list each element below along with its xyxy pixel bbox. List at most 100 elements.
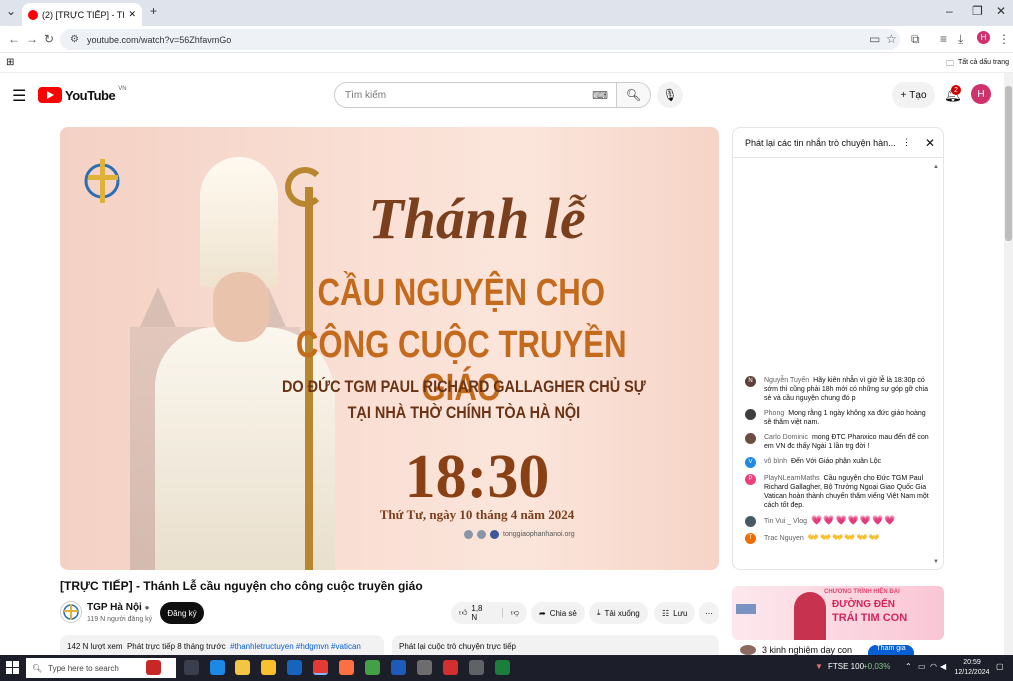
chat-text: Mong rằng 1 ngày không xa đức giáo hoàng… <box>764 410 926 426</box>
chat-avatar <box>745 409 756 420</box>
plus-icon: + <box>900 89 907 101</box>
browser-menu-icon[interactable]: ⋮ <box>998 32 1010 46</box>
share-button[interactable]: ➦ Chia sẻ <box>531 602 585 624</box>
all-bookmarks-folder-icon[interactable]: 🗀 <box>946 58 954 72</box>
site-info-icon[interactable]: ⚙ <box>70 34 79 45</box>
chat-replay-box[interactable]: Phát lại cuộc trò chuyện trực tiếp <box>392 635 719 655</box>
thumbnail-sub-2: TẠI NHÀ THỜ CHÍNH TÒA HÀ NỘI <box>347 403 581 422</box>
chat-author: võ bình <box>764 458 787 465</box>
chat-scroll-down-icon[interactable]: ▼ <box>933 559 939 565</box>
chat-author: Carlo Dominic <box>764 434 808 441</box>
ticker-icon: ▼ <box>815 662 823 671</box>
subscribe-button[interactable]: Đăng ký <box>160 602 204 624</box>
sticky-notes-icon[interactable] <box>261 660 276 675</box>
facebook-icon <box>490 530 499 539</box>
url-field[interactable]: ⚙ youtube.com/watch?v=56ZhfavmGo <box>60 29 900 50</box>
restore-icon[interactable]: ❐ <box>972 4 983 18</box>
description-box[interactable]: 142 N lượt xem Phát trực tiếp 8 tháng tr… <box>60 635 384 655</box>
edge-icon[interactable] <box>210 660 225 675</box>
all-bookmarks-label[interactable]: Tất cả dấu trang <box>958 59 1009 66</box>
excel-icon[interactable] <box>495 660 510 675</box>
network-icon[interactable]: ▭ <box>918 662 926 671</box>
taskbar-search-text: Type here to search <box>48 663 119 673</box>
extensions-icon[interactable]: ⧉ <box>911 32 920 47</box>
volume-icon[interactable]: ◀ <box>940 662 946 671</box>
globe-icon <box>464 530 473 539</box>
save-button[interactable]: ☷ Lưu <box>654 602 696 624</box>
outlook-icon[interactable] <box>287 660 302 675</box>
hashtags[interactable]: #thanhletructuyen #hdgmvn #vatican <box>230 642 361 651</box>
thumbnail-site-url: tonggiaophanhanoi.org <box>503 531 575 538</box>
forward-icon[interactable]: → <box>26 32 38 46</box>
search-box[interactable]: Tìm kiếm ⌨ 🔍︎ <box>334 82 651 108</box>
related-item[interactable]: 3 kinh nghiệm dạy con <box>740 645 852 655</box>
firefox-icon[interactable] <box>339 660 354 675</box>
app-icon-gray[interactable] <box>417 660 432 675</box>
chat-scroll-up-icon[interactable]: ▲ <box>933 164 939 170</box>
voice-search-button[interactable]: 🎙︎ <box>657 82 683 108</box>
chrome-profile-icon[interactable] <box>443 660 458 675</box>
channel-name[interactable]: TGP Hà Nội ● <box>87 602 149 613</box>
ticker-name[interactable]: FTSE 100 <box>828 662 864 671</box>
minimize-icon[interactable]: – <box>946 4 953 18</box>
task-view-icon[interactable] <box>184 660 199 675</box>
app-icon-dark[interactable] <box>469 660 484 675</box>
tray-expand-icon[interactable]: ⌃ <box>905 662 912 671</box>
chat-text: Đến Với Giáo phận xuân Lộc <box>790 458 882 465</box>
live-chat-replay: Phát lại các tin nhắn trò chuyện hàn... … <box>732 127 944 570</box>
apps-grid-icon[interactable]: ⊞ <box>6 57 14 68</box>
download-icon[interactable]: ⤓ <box>958 32 963 47</box>
page-scrollbar-thumb[interactable] <box>1005 86 1012 241</box>
reload-icon[interactable]: ↻ <box>44 32 54 46</box>
download-button[interactable]: ⤓ Tải xuống <box>589 602 648 624</box>
youtube-wordmark: YouTube <box>65 87 116 103</box>
bookmark-star-icon[interactable]: ☆ <box>886 32 897 46</box>
ad-person-image <box>794 592 826 640</box>
clock-date: 12/12/2024 <box>954 669 990 676</box>
channel-name-text: TGP Hà Nội <box>87 602 142 613</box>
like-dislike-group: 👍︎ 1,8 N 👎︎ <box>451 602 527 624</box>
account-avatar[interactable]: H <box>971 84 991 104</box>
app-icon-green[interactable] <box>365 660 380 675</box>
chat-avatar <box>745 516 756 527</box>
notification-center-icon[interactable]: ▢ <box>996 662 1004 671</box>
keyboard-icon[interactable]: ⌨ <box>592 89 608 102</box>
youtube-logo[interactable]: YouTube VN <box>38 86 127 103</box>
channel-avatar[interactable] <box>60 601 82 623</box>
chat-header: Phát lại các tin nhắn trò chuyện hàn... … <box>733 128 943 158</box>
taskbar-clock[interactable]: 20:59 12/12/2024 <box>952 658 992 678</box>
cast-icon[interactable]: ▭ <box>869 32 880 46</box>
tab-list-icon[interactable]: ⌄ <box>6 4 16 18</box>
profile-avatar[interactable]: H <box>977 31 990 44</box>
file-explorer-icon[interactable] <box>235 660 250 675</box>
dislike-icon[interactable]: 👎︎ <box>501 608 519 618</box>
chat-mode-dropdown[interactable]: Phát lại các tin nhắn trò chuyện hàn... <box>745 138 902 148</box>
chrome-icon[interactable] <box>313 660 328 675</box>
chat-message-list: N Nguyễn Tuyến Hãy kiên nhẫn vì giờ lễ là… <box>733 373 943 547</box>
new-tab-icon[interactable]: + <box>150 4 157 18</box>
chat-avatar: V <box>745 457 756 468</box>
menu-icon[interactable]: ☰ <box>12 86 26 106</box>
ad-banner[interactable]: CHƯƠNG TRÌNH HIỆN ĐẠI ĐƯỜNG ĐẾN TRÁI TIM… <box>732 586 944 640</box>
reading-list-icon[interactable]: ≡ <box>940 32 947 46</box>
video-player[interactable]: Thánh lễ CẦU NGUYỆN CHO CÔNG CUỘC TRUYỀN… <box>60 127 719 570</box>
browser-tab[interactable]: (2) [TRỰC TIẾP] - Thánh Lễ c ✕ <box>22 3 142 26</box>
like-icon[interactable]: 👍︎ <box>459 608 467 618</box>
close-window-icon[interactable]: ✕ <box>996 4 1006 18</box>
chat-avatar: T <box>745 533 756 544</box>
more-actions-button[interactable]: ⋯ <box>699 602 719 624</box>
like-count[interactable]: 1,8 N <box>471 604 490 622</box>
join-button[interactable]: Tham gia <box>868 645 914 655</box>
word-icon[interactable] <box>391 660 406 675</box>
back-icon[interactable]: ← <box>8 32 20 46</box>
taskbar-search-icon: 🔍︎ <box>32 663 43 673</box>
close-chat-icon[interactable]: ✕ <box>925 136 935 150</box>
thumbnail-line-2: CÔNG CUỘC TRUYỀN GIÁO <box>295 324 627 409</box>
chat-more-icon[interactable]: ⋮ <box>902 137 911 148</box>
search-input[interactable]: Tìm kiếm <box>335 90 592 101</box>
windows-start-icon[interactable] <box>6 661 19 674</box>
search-button[interactable]: 🔍︎ <box>616 83 650 107</box>
close-tab-icon[interactable]: ✕ <box>128 9 136 20</box>
wifi-icon[interactable]: ◠ <box>930 662 937 671</box>
create-button[interactable]: + Tạo <box>892 82 935 108</box>
